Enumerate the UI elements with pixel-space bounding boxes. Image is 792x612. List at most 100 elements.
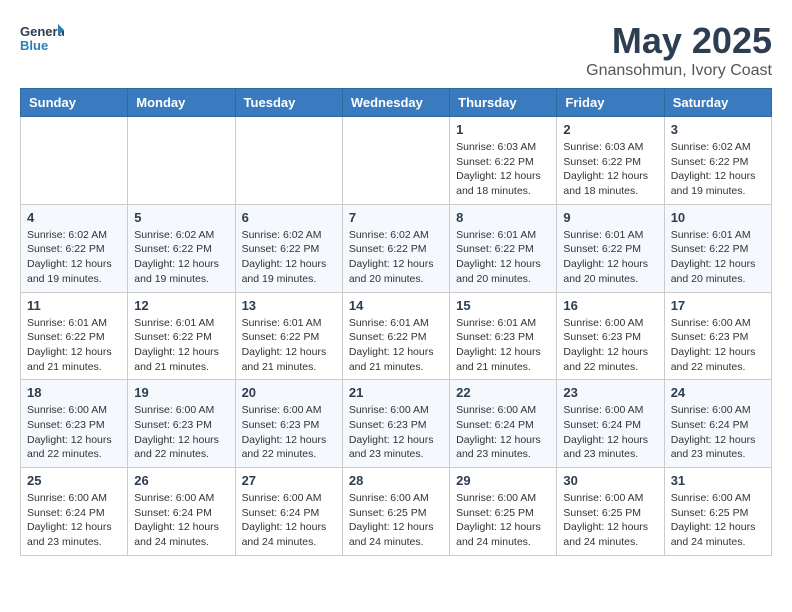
title-block: May 2025 Gnansohmun, Ivory Coast [586, 20, 772, 80]
calendar-cell: 28 Sunrise: 6:00 AM Sunset: 6:25 PM Dayli… [342, 468, 449, 556]
day-info: Sunrise: 6:00 AM Sunset: 6:24 PM Dayligh… [27, 491, 121, 550]
calendar-cell: 24 Sunrise: 6:00 AM Sunset: 6:24 PM Dayli… [664, 380, 771, 468]
day-info: Sunrise: 6:00 AM Sunset: 6:25 PM Dayligh… [349, 491, 443, 550]
day-info: Sunrise: 6:01 AM Sunset: 6:22 PM Dayligh… [242, 316, 336, 375]
day-number: 17 [671, 298, 765, 313]
day-number: 23 [563, 385, 657, 400]
day-info: Sunrise: 6:00 AM Sunset: 6:23 PM Dayligh… [27, 403, 121, 462]
day-number: 7 [349, 210, 443, 225]
day-info: Sunrise: 6:00 AM Sunset: 6:24 PM Dayligh… [671, 403, 765, 462]
calendar-cell: 15Sunrise: 6:01 AM Sunset: 6:23 PM Dayli… [450, 292, 557, 380]
calendar-cell: 20 Sunrise: 6:00 AM Sunset: 6:23 PM Dayli… [235, 380, 342, 468]
day-info: Sunrise: 6:00 AM Sunset: 6:23 PM Dayligh… [349, 403, 443, 462]
calendar-cell: 3 Sunrise: 6:02 AM Sunset: 6:22 PM Daylig… [664, 117, 771, 205]
calendar-cell [235, 117, 342, 205]
day-info: Sunrise: 6:00 AM Sunset: 6:23 PM Dayligh… [563, 316, 657, 375]
day-number: 4 [27, 210, 121, 225]
calendar-cell: 26 Sunrise: 6:00 AM Sunset: 6:24 PM Dayli… [128, 468, 235, 556]
day-number: 12 [134, 298, 228, 313]
day-info: Sunrise: 6:00 AM Sunset: 6:24 PM Dayligh… [134, 491, 228, 550]
day-info: Sunrise: 6:01 AM Sunset: 6:22 PM Dayligh… [27, 316, 121, 375]
day-number: 3 [671, 122, 765, 137]
day-info: Sunrise: 6:00 AM Sunset: 6:23 PM Dayligh… [134, 403, 228, 462]
calendar-cell: 10 Sunrise: 6:01 AM Sunset: 6:22 PM Dayli… [664, 204, 771, 292]
day-number: 6 [242, 210, 336, 225]
calendar-cell: 22 Sunrise: 6:00 AM Sunset: 6:24 PM Dayli… [450, 380, 557, 468]
day-info: Sunrise: 6:01 AM Sunset: 6:22 PM Dayligh… [134, 316, 228, 375]
day-info: Sunrise: 6:01 AM Sunset: 6:22 PM Dayligh… [456, 228, 550, 287]
day-number: 22 [456, 385, 550, 400]
weekday-header-saturday: Saturday [664, 89, 771, 117]
day-number: 5 [134, 210, 228, 225]
day-info: Sunrise: 6:00 AM Sunset: 6:24 PM Dayligh… [456, 403, 550, 462]
weekday-header-thursday: Thursday [450, 89, 557, 117]
day-info: Sunrise: 6:03 AM Sunset: 6:22 PM Dayligh… [456, 140, 550, 199]
day-info: Sunrise: 6:03 AM Sunset: 6:22 PM Dayligh… [563, 140, 657, 199]
day-number: 19 [134, 385, 228, 400]
calendar-cell: 31 Sunrise: 6:00 AM Sunset: 6:25 PM Dayli… [664, 468, 771, 556]
weekday-header-wednesday: Wednesday [342, 89, 449, 117]
day-number: 31 [671, 473, 765, 488]
weekday-header-sunday: Sunday [21, 89, 128, 117]
calendar-week-row: 18Sunrise: 6:00 AM Sunset: 6:23 PM Dayli… [21, 380, 772, 468]
day-number: 26 [134, 473, 228, 488]
calendar-cell: 27Sunrise: 6:00 AM Sunset: 6:24 PM Dayli… [235, 468, 342, 556]
calendar-cell: 25Sunrise: 6:00 AM Sunset: 6:24 PM Dayli… [21, 468, 128, 556]
calendar-cell: 8 Sunrise: 6:01 AM Sunset: 6:22 PM Daylig… [450, 204, 557, 292]
weekday-header-row: SundayMondayTuesdayWednesdayThursdayFrid… [21, 89, 772, 117]
weekday-header-friday: Friday [557, 89, 664, 117]
day-number: 16 [563, 298, 657, 313]
day-number: 15 [456, 298, 550, 313]
day-number: 27 [242, 473, 336, 488]
calendar-cell: 1 Sunrise: 6:03 AM Sunset: 6:22 PM Daylig… [450, 117, 557, 205]
calendar-cell: 29 Sunrise: 6:00 AM Sunset: 6:25 PM Dayli… [450, 468, 557, 556]
calendar-cell: 23Sunrise: 6:00 AM Sunset: 6:24 PM Dayli… [557, 380, 664, 468]
calendar-cell [128, 117, 235, 205]
day-info: Sunrise: 6:02 AM Sunset: 6:22 PM Dayligh… [349, 228, 443, 287]
calendar-week-row: 11Sunrise: 6:01 AM Sunset: 6:22 PM Dayli… [21, 292, 772, 380]
day-info: Sunrise: 6:00 AM Sunset: 6:23 PM Dayligh… [671, 316, 765, 375]
calendar-cell: 19 Sunrise: 6:00 AM Sunset: 6:23 PM Dayli… [128, 380, 235, 468]
day-info: Sunrise: 6:01 AM Sunset: 6:22 PM Dayligh… [349, 316, 443, 375]
day-number: 14 [349, 298, 443, 313]
day-info: Sunrise: 6:01 AM Sunset: 6:22 PM Dayligh… [563, 228, 657, 287]
calendar-cell: 11Sunrise: 6:01 AM Sunset: 6:22 PM Dayli… [21, 292, 128, 380]
calendar-cell: 18Sunrise: 6:00 AM Sunset: 6:23 PM Dayli… [21, 380, 128, 468]
day-number: 29 [456, 473, 550, 488]
day-info: Sunrise: 6:00 AM Sunset: 6:25 PM Dayligh… [671, 491, 765, 550]
calendar-table: SundayMondayTuesdayWednesdayThursdayFrid… [20, 88, 772, 556]
day-number: 28 [349, 473, 443, 488]
day-info: Sunrise: 6:02 AM Sunset: 6:22 PM Dayligh… [242, 228, 336, 287]
weekday-header-monday: Monday [128, 89, 235, 117]
calendar-cell: 30Sunrise: 6:00 AM Sunset: 6:25 PM Dayli… [557, 468, 664, 556]
day-number: 24 [671, 385, 765, 400]
calendar-cell: 5Sunrise: 6:02 AM Sunset: 6:22 PM Daylig… [128, 204, 235, 292]
calendar-cell: 14 Sunrise: 6:01 AM Sunset: 6:22 PM Dayli… [342, 292, 449, 380]
day-info: Sunrise: 6:02 AM Sunset: 6:22 PM Dayligh… [671, 140, 765, 199]
calendar-cell: 2 Sunrise: 6:03 AM Sunset: 6:22 PM Daylig… [557, 117, 664, 205]
logo-icon: General Blue [20, 20, 64, 56]
svg-text:General: General [20, 24, 64, 39]
day-info: Sunrise: 6:00 AM Sunset: 6:23 PM Dayligh… [242, 403, 336, 462]
weekday-header-tuesday: Tuesday [235, 89, 342, 117]
calendar-cell: 17 Sunrise: 6:00 AM Sunset: 6:23 PM Dayli… [664, 292, 771, 380]
day-info: Sunrise: 6:01 AM Sunset: 6:22 PM Dayligh… [671, 228, 765, 287]
calendar-cell [21, 117, 128, 205]
calendar-cell: 4Sunrise: 6:02 AM Sunset: 6:22 PM Daylig… [21, 204, 128, 292]
day-info: Sunrise: 6:00 AM Sunset: 6:25 PM Dayligh… [456, 491, 550, 550]
day-number: 2 [563, 122, 657, 137]
calendar-week-row: 1 Sunrise: 6:03 AM Sunset: 6:22 PM Daylig… [21, 117, 772, 205]
calendar-cell: 12 Sunrise: 6:01 AM Sunset: 6:22 PM Dayli… [128, 292, 235, 380]
calendar-cell: 9Sunrise: 6:01 AM Sunset: 6:22 PM Daylig… [557, 204, 664, 292]
day-number: 20 [242, 385, 336, 400]
day-number: 8 [456, 210, 550, 225]
calendar-cell [342, 117, 449, 205]
calendar-cell: 7 Sunrise: 6:02 AM Sunset: 6:22 PM Daylig… [342, 204, 449, 292]
day-info: Sunrise: 6:00 AM Sunset: 6:25 PM Dayligh… [563, 491, 657, 550]
day-number: 1 [456, 122, 550, 137]
day-number: 10 [671, 210, 765, 225]
calendar-cell: 16 Sunrise: 6:00 AM Sunset: 6:23 PM Dayli… [557, 292, 664, 380]
day-number: 13 [242, 298, 336, 313]
svg-text:Blue: Blue [20, 38, 48, 53]
subtitle: Gnansohmun, Ivory Coast [586, 62, 772, 80]
